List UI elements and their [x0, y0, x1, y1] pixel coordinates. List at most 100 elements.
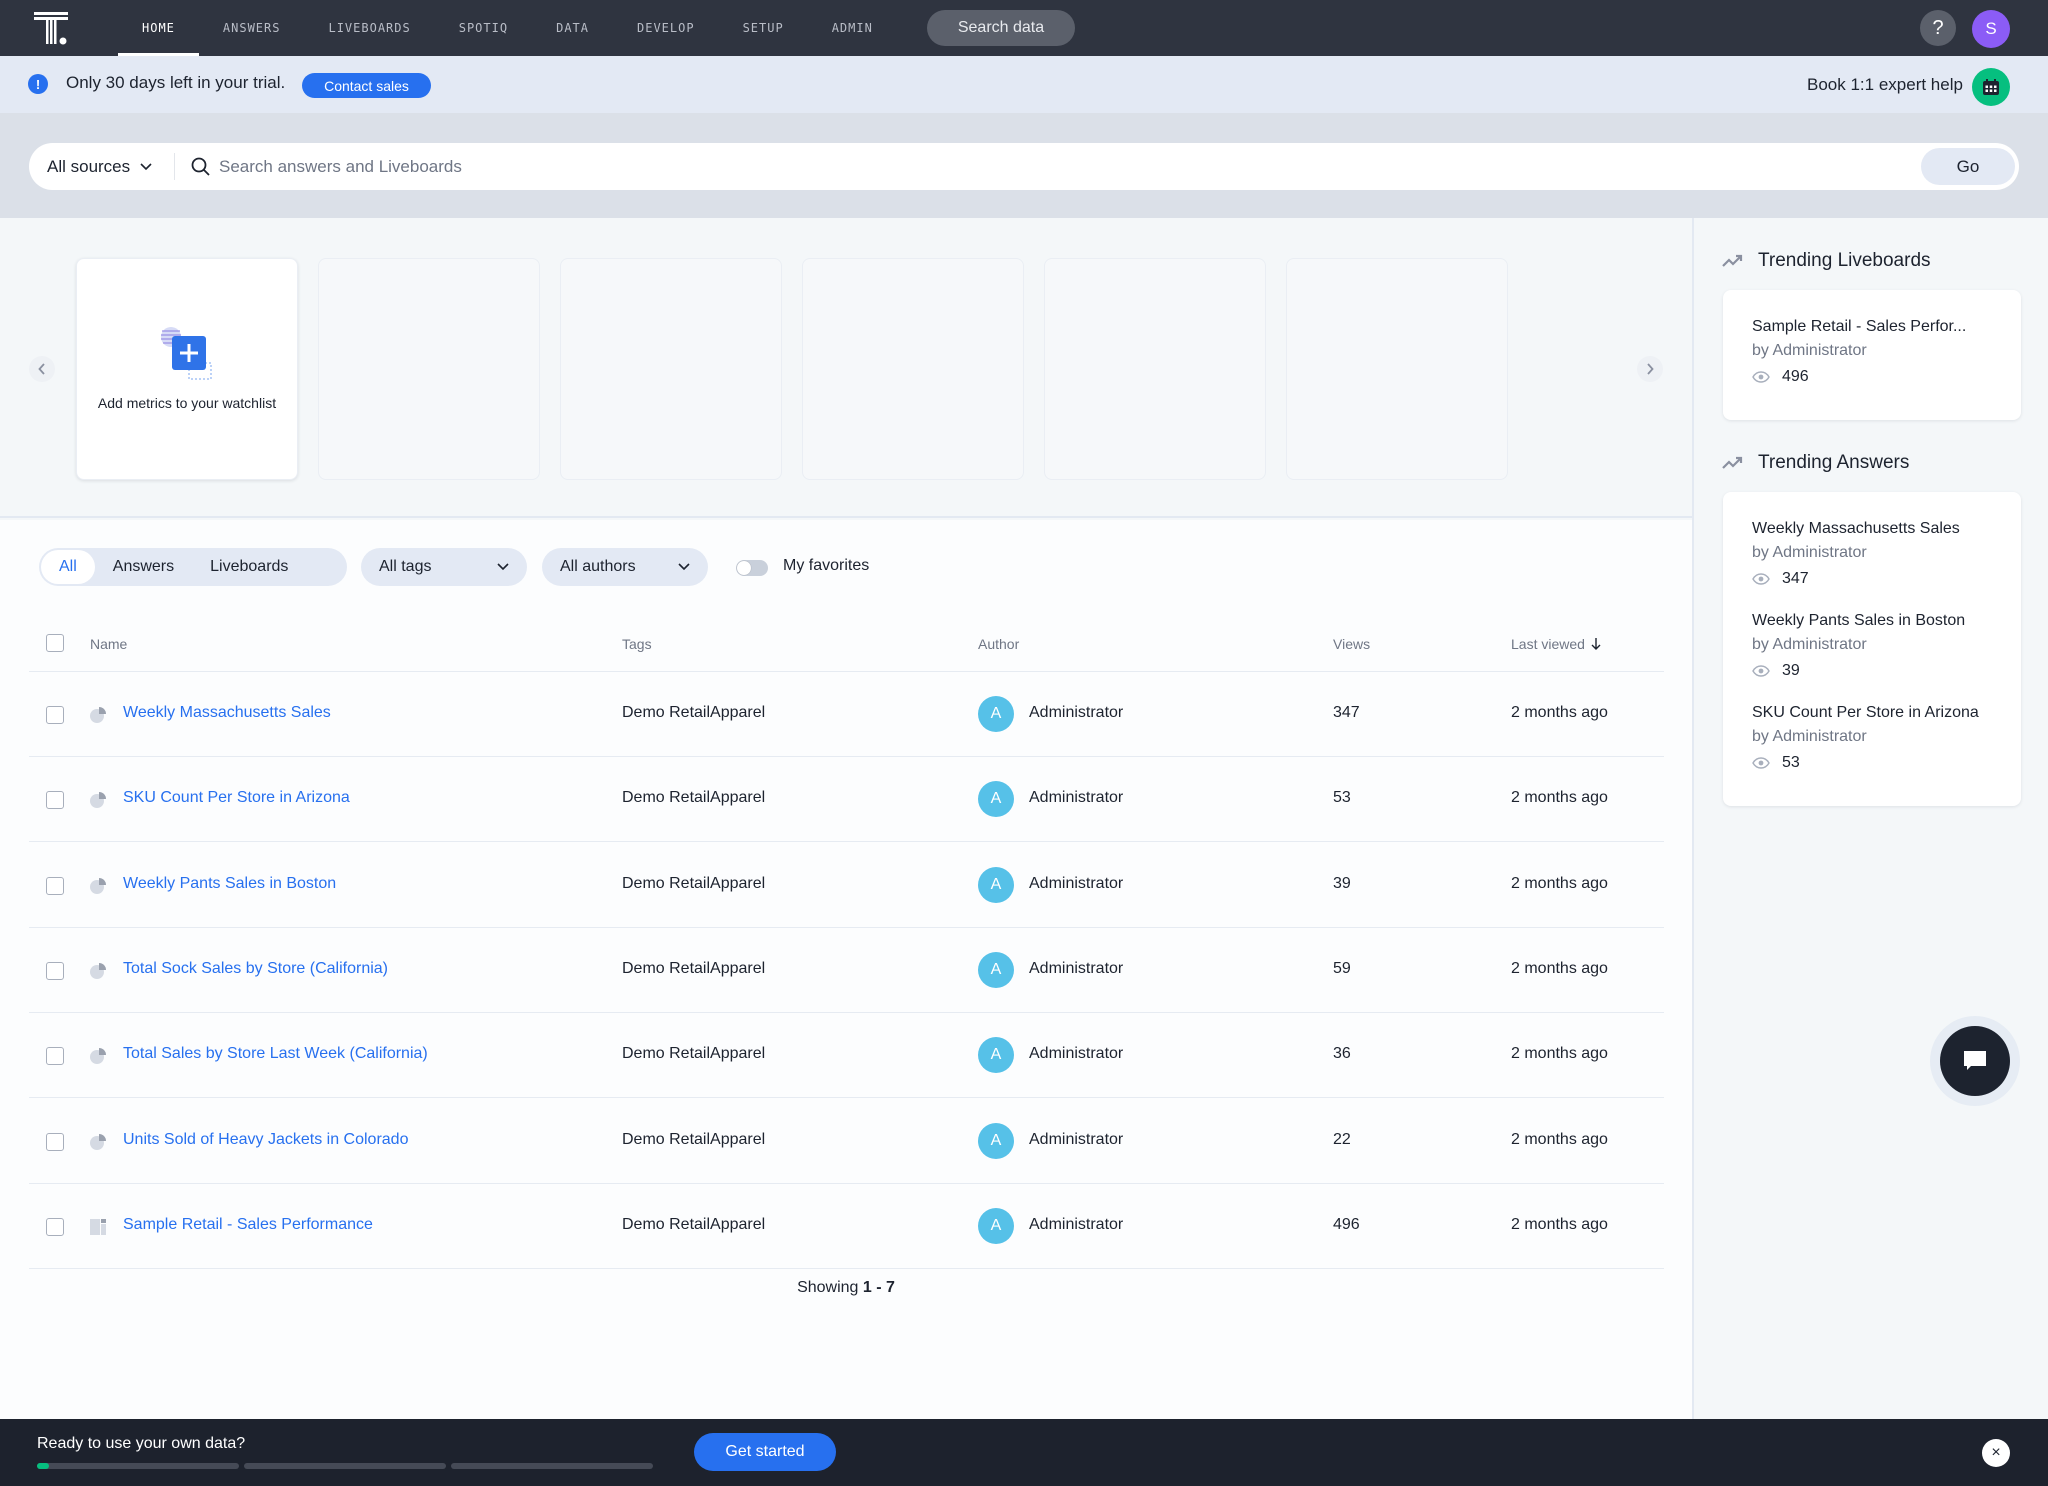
nav-liveboards[interactable]: LIVEBOARDS — [304, 0, 434, 56]
trending-liveboard-item[interactable]: Sample Retail - Sales Perfor... by Admin… — [1752, 318, 2002, 386]
table-row[interactable]: Total Sock Sales by Store (California) De… — [29, 928, 1664, 1013]
carousel-prev-button[interactable] — [29, 356, 55, 382]
row-name-link[interactable]: Weekly Massachusetts Sales — [123, 704, 331, 722]
column-name[interactable]: Name — [90, 636, 127, 652]
column-author[interactable]: Author — [978, 636, 1019, 652]
answer-chart-icon — [90, 707, 106, 723]
column-tags[interactable]: Tags — [622, 636, 652, 652]
author-avatar: A — [978, 1037, 1014, 1074]
trending-answer-item[interactable]: Weekly Pants Sales in Boston by Administ… — [1752, 612, 2002, 680]
row-author[interactable]: Administrator — [1029, 789, 1123, 807]
sources-dropdown[interactable]: All sources — [47, 143, 152, 190]
trending-item-views: 39 — [1752, 662, 2002, 680]
nav-spotiq[interactable]: SPOTIQ — [435, 0, 532, 56]
nav-setup[interactable]: SETUP — [719, 0, 808, 56]
trending-answer-item[interactable]: SKU Count Per Store in Arizona by Admini… — [1752, 704, 2002, 772]
row-author[interactable]: Administrator — [1029, 875, 1123, 893]
carousel-next-button[interactable] — [1637, 356, 1663, 382]
row-tag[interactable]: Demo RetailApparel — [622, 1131, 765, 1149]
close-icon[interactable]: × — [1982, 1439, 2010, 1467]
row-name-link[interactable]: Total Sock Sales by Store (California) — [123, 960, 388, 978]
segment-liveboards[interactable]: Liveboards — [192, 550, 306, 584]
row-author[interactable]: Administrator — [1029, 960, 1123, 978]
row-tag[interactable]: Demo RetailApparel — [622, 960, 765, 978]
segment-all[interactable]: All — [41, 550, 95, 584]
row-name-link[interactable]: SKU Count Per Store in Arizona — [123, 789, 350, 807]
trending-answers-title: Trending Answers — [1758, 452, 1910, 473]
search-region: All sources Go — [0, 113, 2048, 218]
row-name-link[interactable]: Sample Retail - Sales Performance — [123, 1216, 373, 1234]
row-checkbox[interactable] — [46, 706, 64, 724]
watchlist-placeholder-card — [1044, 258, 1266, 480]
select-all-checkbox[interactable] — [46, 634, 64, 652]
row-tag[interactable]: Demo RetailApparel — [622, 1045, 765, 1063]
table-row[interactable]: Units Sold of Heavy Jackets in Colorado D… — [29, 1099, 1664, 1184]
user-avatar[interactable]: S — [1972, 10, 2010, 48]
row-checkbox[interactable] — [46, 876, 64, 895]
sources-label: All sources — [47, 156, 131, 176]
go-button[interactable]: Go — [1921, 148, 2015, 185]
table-row[interactable]: Sample Retail - Sales Performance Demo Re… — [29, 1184, 1664, 1269]
table-row[interactable]: Total Sales by Store Last Week (Californ… — [29, 1013, 1664, 1099]
nav-links: HOME ANSWERS LIVEBOARDS SPOTIQ DATA DEVE… — [118, 0, 897, 56]
row-name-link[interactable]: Units Sold of Heavy Jackets in Colorado — [123, 1131, 408, 1149]
row-tag[interactable]: Demo RetailApparel — [622, 704, 765, 722]
progress-fill — [37, 1463, 49, 1469]
table-row[interactable]: SKU Count Per Store in Arizona Demo Retai… — [29, 757, 1664, 843]
add-metrics-card[interactable]: Add metrics to your watchlist — [76, 258, 298, 480]
author-avatar: A — [978, 951, 1014, 988]
nav-home[interactable]: HOME — [118, 0, 199, 56]
book-expert-help-link[interactable]: Book 1:1 expert help — [1807, 75, 1963, 95]
answer-chart-icon — [90, 1133, 106, 1150]
row-name-link[interactable]: Weekly Pants Sales in Boston — [123, 875, 336, 893]
chevron-right-icon — [1647, 363, 1654, 375]
trending-item-views: 347 — [1752, 570, 2002, 588]
row-checkbox[interactable] — [46, 1217, 64, 1236]
thoughtspot-logo-icon[interactable] — [34, 10, 70, 46]
answer-chart-icon — [90, 962, 106, 979]
chat-bubble-icon — [1964, 1051, 1986, 1070]
trending-item-author: by Administrator — [1752, 544, 1867, 561]
row-author[interactable]: Administrator — [1029, 1216, 1123, 1234]
nav-data[interactable]: DATA — [532, 0, 613, 56]
row-tag[interactable]: Demo RetailApparel — [622, 1216, 765, 1234]
get-started-button[interactable]: Get started — [694, 1433, 836, 1471]
nav-answers[interactable]: ANSWERS — [199, 0, 305, 56]
table-row[interactable]: Weekly Pants Sales in Boston Demo RetailA… — [29, 843, 1664, 928]
authors-dropdown[interactable]: All authors — [542, 548, 708, 586]
author-avatar: A — [978, 696, 1014, 732]
trending-answer-item[interactable]: Weekly Massachusetts Sales by Administra… — [1752, 520, 2002, 588]
tags-dropdown[interactable]: All tags — [361, 548, 527, 586]
favorites-toggle[interactable] — [736, 560, 768, 576]
view-count: 39 — [1782, 662, 1800, 679]
search-input[interactable] — [219, 143, 1919, 190]
nav-develop[interactable]: DEVELOP — [613, 0, 719, 56]
row-checkbox[interactable] — [46, 1047, 64, 1066]
watchlist-placeholder-card — [802, 258, 1024, 480]
help-icon[interactable]: ? — [1920, 10, 1956, 46]
favorites-label: My favorites — [783, 557, 870, 574]
row-last-viewed: 2 months ago — [1511, 959, 1608, 977]
row-author[interactable]: Administrator — [1029, 1045, 1123, 1063]
trending-item-title: Weekly Massachusetts Sales — [1752, 520, 1960, 537]
trending-item-author: by Administrator — [1752, 636, 1867, 653]
row-author[interactable]: Administrator — [1029, 1131, 1123, 1149]
search-data-button[interactable]: Search data — [927, 10, 1075, 46]
row-checkbox[interactable] — [46, 791, 64, 810]
chat-button[interactable] — [1940, 1026, 2010, 1096]
segment-answers[interactable]: Answers — [95, 550, 192, 584]
nav-admin[interactable]: ADMIN — [808, 0, 897, 56]
row-author[interactable]: Administrator — [1029, 704, 1123, 722]
row-tag[interactable]: Demo RetailApparel — [622, 789, 765, 807]
row-tag[interactable]: Demo RetailApparel — [622, 875, 765, 893]
row-checkbox[interactable] — [46, 1132, 64, 1151]
column-views[interactable]: Views — [1333, 636, 1370, 652]
table-row[interactable]: Weekly Massachusetts Sales Demo RetailApp… — [29, 672, 1664, 757]
column-last-viewed[interactable]: Last viewed — [1511, 636, 1601, 652]
row-name-link[interactable]: Total Sales by Store Last Week (Californ… — [123, 1045, 428, 1063]
onboarding-bar: Ready to use your own data? Get started … — [0, 1419, 2048, 1486]
contact-sales-button[interactable]: Contact sales — [302, 73, 431, 98]
row-checkbox[interactable] — [46, 961, 64, 980]
calendar-icon[interactable] — [1972, 68, 2010, 106]
row-last-viewed: 2 months ago — [1511, 1045, 1608, 1063]
